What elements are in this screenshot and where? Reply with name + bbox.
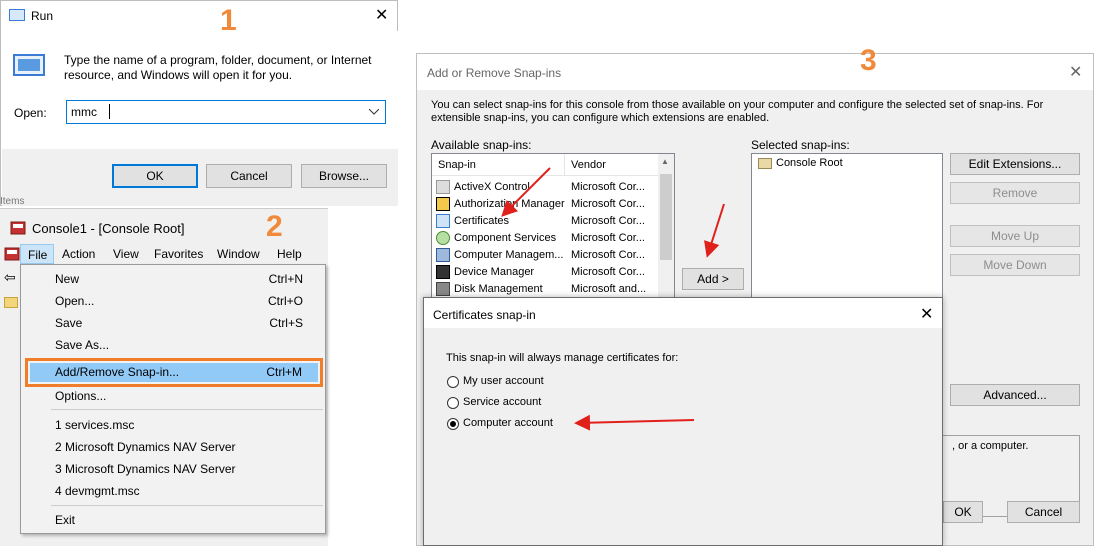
annotation-arrows xyxy=(501,167,725,431)
arrow-to-certificates xyxy=(501,167,551,217)
arrow-to-add-button xyxy=(704,203,725,258)
arrow-to-computer-account xyxy=(574,414,695,431)
